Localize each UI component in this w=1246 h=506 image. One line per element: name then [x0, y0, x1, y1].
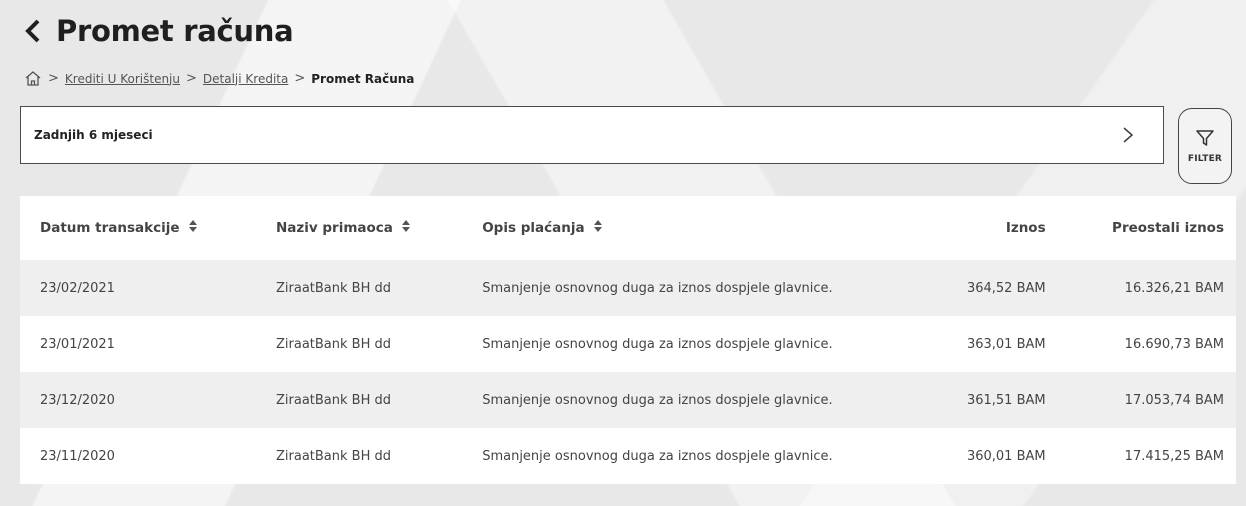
- cell-amount: 364,52 BAM: [966, 280, 1046, 296]
- table-row[interactable]: 23/02/2021 ZiraatBank BH dd Smanjenje os…: [20, 260, 1236, 316]
- cell-date: 23/01/2021: [40, 336, 115, 352]
- filter-label: FILTER: [1187, 154, 1223, 164]
- breadcrumb-separator: >: [294, 71, 306, 86]
- cell-date: 23/11/2020: [40, 448, 115, 464]
- cell-description: Smanjenje osnovnog duga za iznos dospjel…: [482, 392, 833, 408]
- breadcrumb-separator: >: [186, 71, 197, 86]
- breadcrumb-link-detalji[interactable]: Detalji Kredita: [203, 72, 288, 86]
- page-header: Promet računa: [20, 14, 294, 48]
- cell-date: 23/02/2021: [40, 280, 115, 296]
- cell-amount: 361,51 BAM: [966, 392, 1046, 408]
- back-chevron-icon[interactable]: [20, 16, 46, 46]
- column-header-date[interactable]: Datum transakcije: [20, 196, 276, 260]
- cell-recipient: ZiraatBank BH dd: [275, 336, 391, 352]
- breadcrumb-link-krediti[interactable]: Krediti U Korištenju: [65, 72, 180, 86]
- sort-icon[interactable]: [188, 219, 198, 237]
- column-header-description[interactable]: Opis plaćanja: [482, 196, 927, 260]
- table-row[interactable]: 23/12/2020 ZiraatBank BH dd Smanjenje os…: [20, 372, 1236, 428]
- table-row[interactable]: 23/11/2020 ZiraatBank BH dd Smanjenje os…: [20, 428, 1236, 484]
- transactions-table: Datum transakcije Naziv primaoca Opis pl…: [20, 196, 1236, 484]
- cell-description: Smanjenje osnovnog duga za iznos dospjel…: [482, 448, 833, 464]
- cell-recipient: ZiraatBank BH dd: [275, 280, 391, 296]
- cell-recipient: ZiraatBank BH dd: [275, 392, 391, 408]
- cell-amount: 360,01 BAM: [966, 448, 1046, 464]
- sort-icon[interactable]: [593, 219, 603, 237]
- cell-remaining: 17.053,74 BAM: [1124, 392, 1224, 408]
- column-header-remaining: Preostali iznos: [1112, 220, 1224, 236]
- funnel-icon: [1195, 128, 1215, 152]
- cell-remaining: 17.415,25 BAM: [1124, 448, 1224, 464]
- cell-recipient: ZiraatBank BH dd: [275, 448, 391, 464]
- breadcrumb-separator: >: [48, 71, 59, 86]
- sort-icon[interactable]: [401, 219, 411, 237]
- cell-description: Smanjenje osnovnog duga za iznos dospjel…: [482, 280, 833, 296]
- cell-remaining: 16.326,21 BAM: [1124, 280, 1224, 296]
- table-header-row: Datum transakcije Naziv primaoca Opis pl…: [20, 196, 1236, 260]
- table-row[interactable]: 23/01/2021 ZiraatBank BH dd Smanjenje os…: [20, 316, 1236, 372]
- home-icon[interactable]: [24, 70, 42, 87]
- column-header-amount: Iznos: [1005, 220, 1046, 236]
- filter-button[interactable]: FILTER: [1178, 108, 1232, 184]
- chevron-right-icon: [1121, 125, 1135, 145]
- cell-remaining: 16.690,73 BAM: [1124, 336, 1224, 352]
- period-label: Zadnjih 6 mjeseci: [34, 128, 153, 142]
- breadcrumb: > Krediti U Korištenju > Detalji Kredita…: [24, 70, 414, 87]
- period-selector[interactable]: Zadnjih 6 mjeseci: [20, 106, 1164, 164]
- breadcrumb-current: Promet Računa: [311, 71, 415, 86]
- column-header-recipient[interactable]: Naziv primaoca: [276, 196, 482, 260]
- page-title: Promet računa: [56, 14, 294, 48]
- cell-description: Smanjenje osnovnog duga za iznos dospjel…: [482, 336, 833, 352]
- cell-date: 23/12/2020: [40, 392, 115, 408]
- cell-amount: 363,01 BAM: [966, 336, 1046, 352]
